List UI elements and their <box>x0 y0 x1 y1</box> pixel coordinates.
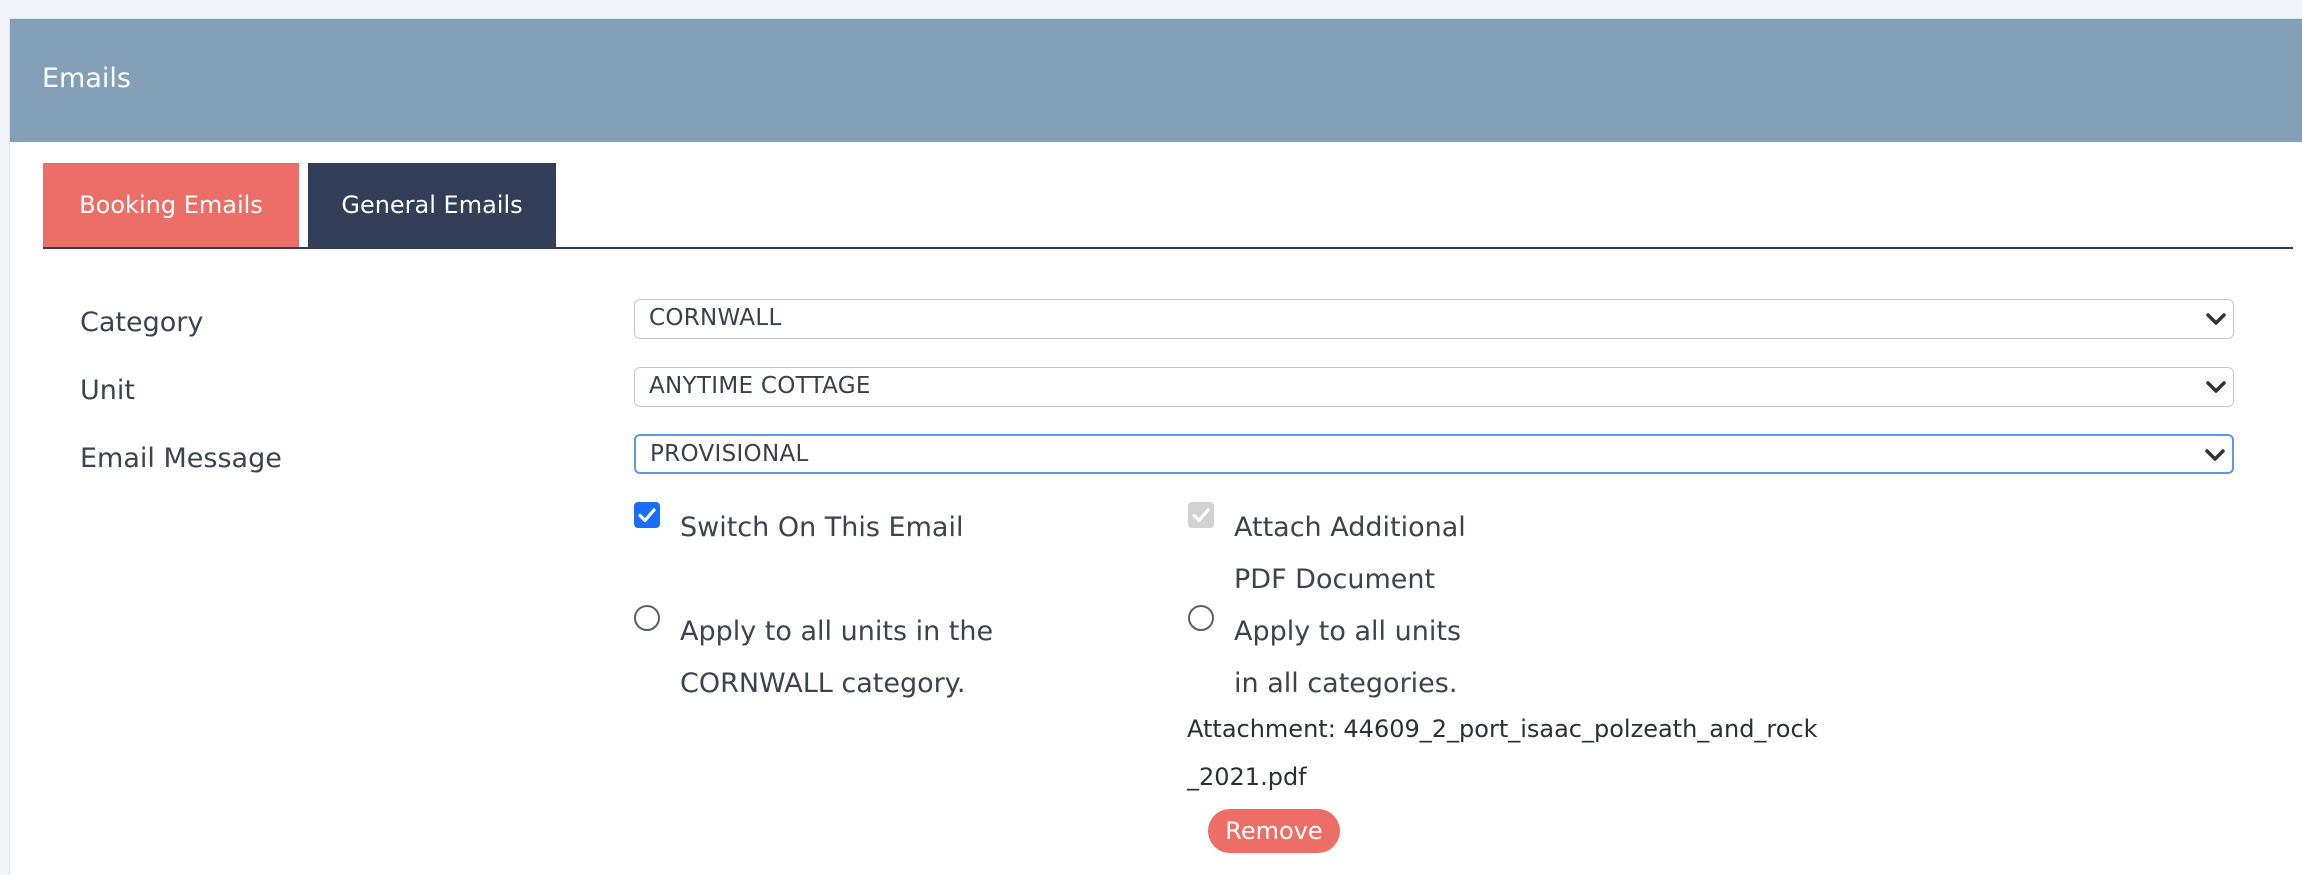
unit-label: Unit <box>80 375 135 406</box>
attach-pdf-checkbox <box>1188 502 1214 528</box>
unit-select[interactable]: ANYTIME COTTAGE <box>634 367 2234 407</box>
panel-header: Emails <box>10 19 2302 142</box>
attach-pdf-label-line2: PDF Document <box>1234 564 1436 595</box>
category-select[interactable]: CORNWALL <box>634 299 2234 339</box>
tabs-divider <box>43 247 2293 249</box>
chevron-down-icon <box>2206 313 2226 325</box>
apply-category-radio[interactable] <box>634 605 660 631</box>
email-message-label: Email Message <box>80 443 282 474</box>
switch-on-label: Switch On This Email <box>680 512 964 543</box>
email-tabs: Booking Emails General Emails <box>43 163 2293 249</box>
unit-select-value: ANYTIME COTTAGE <box>649 373 871 399</box>
category-select-value: CORNWALL <box>649 305 782 331</box>
chevron-down-icon <box>2206 381 2226 393</box>
check-icon <box>638 508 656 523</box>
tab-general-emails[interactable]: General Emails <box>308 163 556 248</box>
apply-category-label-line2: CORNWALL category. <box>680 668 966 699</box>
apply-all-label-line1: Apply to all units <box>1234 616 1462 647</box>
email-message-select[interactable]: PROVISIONAL <box>634 434 2234 474</box>
remove-attachment-button[interactable]: Remove <box>1208 809 1340 853</box>
apply-all-radio[interactable] <box>1188 605 1214 631</box>
page-title: Emails <box>42 63 131 94</box>
attach-pdf-label-line1: Attach Additional <box>1234 512 1466 543</box>
apply-category-label-line1: Apply to all units in the <box>680 616 994 647</box>
apply-all-label-line2: in all categories. <box>1234 668 1458 699</box>
category-label: Category <box>80 307 204 338</box>
check-icon <box>1192 508 1210 523</box>
tab-booking-emails[interactable]: Booking Emails <box>43 163 299 248</box>
switch-on-checkbox[interactable] <box>634 502 660 528</box>
chevron-down-icon <box>2205 449 2225 461</box>
attachment-text: Attachment: 44609_2_port_isaac_polzeath_… <box>1187 715 1818 791</box>
email-message-select-value: PROVISIONAL <box>650 441 809 467</box>
